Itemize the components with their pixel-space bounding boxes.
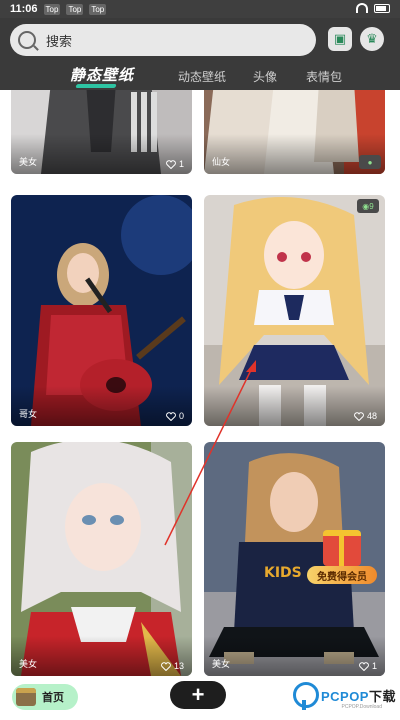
active-tab-indicator (75, 84, 117, 88)
card-likes[interactable]: 1 (359, 661, 377, 671)
card-category: 美女 (212, 659, 231, 669)
like-count: 1 (371, 661, 377, 671)
card-category: 美女 (19, 157, 38, 167)
svg-text:KIDS: KIDS (264, 565, 302, 581)
pcpop-logo-icon (292, 682, 319, 710)
status-icons (356, 3, 390, 13)
nav-home-label: 首页 (42, 692, 64, 704)
card-shade (204, 134, 385, 174)
like-count: 48 (366, 411, 377, 421)
app-header: 搜索 ▣ ♛ 静态壁纸 动态壁纸 头像 表情包 (0, 18, 400, 90)
notification-badge: Top (43, 3, 61, 15)
notification-badge: Top (66, 3, 84, 15)
tab-live-wallpaper[interactable]: 动态壁纸 (178, 68, 226, 85)
status-bar: 11:06 Top Top Top (0, 0, 400, 18)
card-likes[interactable]: 13 (161, 661, 184, 671)
card-shade (11, 134, 192, 174)
card-category: 仙女 (212, 157, 231, 167)
card-category: 美女 (19, 659, 38, 669)
heart-icon (354, 411, 364, 421)
live-badge-icon: ◉9 (357, 199, 379, 213)
search-icon (18, 31, 36, 49)
tab-avatar[interactable]: 头像 (253, 68, 277, 85)
home-box-icon (16, 688, 36, 706)
card-category: 哥女 (19, 409, 38, 419)
search-bar[interactable]: 搜索 (10, 24, 316, 56)
watermark-subtext: PCPOP.Download (341, 704, 383, 710)
wallpaper-card[interactable]: 仙女 0 ● (204, 90, 385, 174)
watermark-text: PCPOP下载 (320, 688, 396, 704)
free-vip-promo[interactable]: 免费得会员 (307, 530, 377, 592)
promo-label: 免费得会员 (307, 566, 377, 584)
red-gift-box-icon (323, 530, 361, 566)
like-count: 1 (178, 159, 184, 169)
notification-badge: Top (89, 3, 107, 15)
nav-home[interactable]: 首页 (12, 684, 78, 710)
card-likes[interactable]: 48 (354, 411, 377, 421)
heart-icon (166, 159, 176, 169)
card-likes[interactable]: 1 (166, 159, 184, 169)
battery-icon (374, 3, 390, 13)
tab-static-wallpaper[interactable]: 静态壁纸 (70, 64, 134, 85)
live-badge-icon: ● (359, 155, 381, 169)
add-button[interactable]: + (170, 681, 226, 709)
tab-stickers[interactable]: 表情包 (306, 68, 342, 85)
bottom-nav: 首页 + PCPOP下载 PCPOP.Download (0, 680, 400, 720)
annotation-arrow (164, 360, 256, 546)
category-tabs: 静态壁纸 动态壁纸 头像 表情包 (0, 62, 400, 90)
card-shade (204, 636, 385, 676)
gem-icon[interactable]: ♛ (360, 27, 384, 51)
gift-card-icon[interactable]: ▣ (328, 27, 352, 51)
search-placeholder: 搜索 (46, 33, 73, 49)
status-time: 11:06 (10, 3, 38, 15)
like-count: 13 (173, 661, 184, 671)
heart-icon (359, 661, 369, 671)
wifi-icon (356, 3, 368, 13)
wallpaper-grid: 美女 1 仙女 0 ● (0, 90, 400, 680)
wallpaper-card[interactable]: 美女 1 (11, 90, 192, 174)
heart-icon (161, 661, 171, 671)
